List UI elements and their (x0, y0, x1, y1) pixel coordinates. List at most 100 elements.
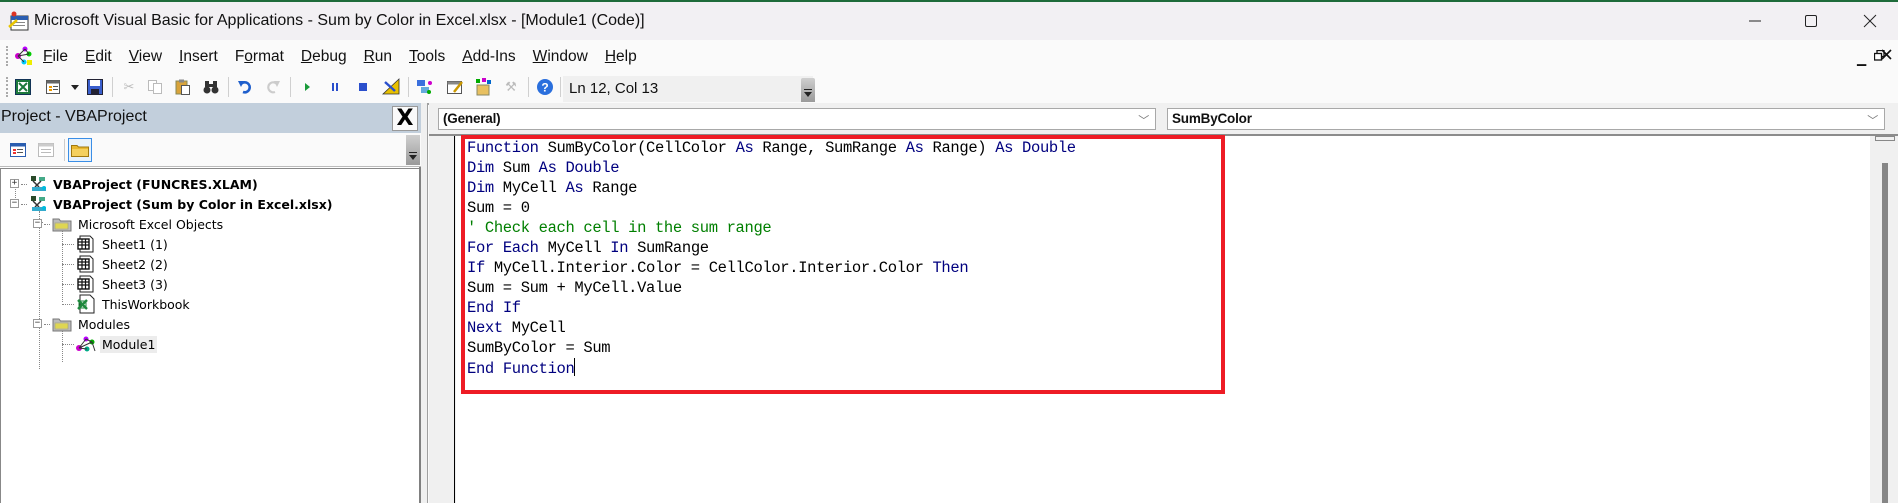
code-comment: ' Check each cell in the sum range (467, 219, 772, 237)
code-line[interactable]: Sum = 0 (467, 198, 1076, 218)
undo-icon (238, 81, 252, 94)
code-line[interactable]: Dim Sum As Double (467, 158, 1076, 178)
code-line[interactable]: ' Check each cell in the sum range (467, 218, 1076, 238)
tree-item[interactable]: Sheet1 (1) (74, 234, 170, 254)
reset-icon (359, 83, 367, 91)
project-explorer-button[interactable] (416, 78, 434, 96)
tree-item[interactable]: VBAProject (Sum by Color in Excel.xlsx) (27, 194, 333, 214)
code-line[interactable]: Function SumByColor(CellColor As Range, … (467, 138, 1076, 158)
menu-run[interactable]: Run (364, 48, 392, 66)
break-button[interactable] (326, 78, 344, 96)
scrollbar-thumb[interactable] (1882, 163, 1888, 503)
menu-view[interactable]: View (129, 48, 162, 66)
collapse-icon[interactable]: − (33, 319, 42, 328)
code-text[interactable]: Function SumByColor(CellColor As Range, … (467, 138, 1076, 379)
code-text-token: MyCell (502, 319, 566, 337)
insert-dropdown-button[interactable] (66, 78, 84, 96)
toolbar-separator (408, 77, 409, 97)
code-line[interactable]: Next MyCell (467, 318, 1076, 338)
copy-button[interactable] (146, 78, 164, 96)
code-text-token: MyCell.Interior.Color = CellColor.Interi… (484, 259, 933, 277)
object-dropdown[interactable]: (General) ﹀ (438, 108, 1156, 130)
paste-button[interactable] (174, 78, 192, 96)
toolbar-options-chevron[interactable] (801, 78, 815, 102)
insert-userform-button[interactable] (44, 78, 62, 96)
tree-item[interactable]: VBAProject (FUNCRES.XLAM) (27, 174, 258, 194)
redo-icon (267, 81, 280, 94)
code-line[interactable]: If MyCell.Interior.Color = CellColor.Int… (467, 258, 1076, 278)
toolbox-button[interactable]: ⚒ (502, 78, 520, 96)
procedure-dropdown-value: SumByColor (1172, 111, 1252, 126)
menu-label: File (43, 48, 68, 65)
menu-edit[interactable]: Edit (85, 48, 112, 66)
mdi-minimize-button[interactable]: ▁ (1857, 52, 1866, 66)
design-mode-button[interactable] (382, 78, 400, 96)
properties-window-button[interactable] (446, 78, 464, 96)
redo-button[interactable] (264, 78, 282, 96)
code-line[interactable]: For Each MyCell In SumRange (467, 238, 1076, 258)
view-excel-button[interactable] (14, 78, 32, 96)
menu-debug[interactable]: Debug (301, 48, 347, 66)
collapse-icon[interactable]: − (33, 219, 42, 228)
code-line[interactable]: SumByColor = Sum (467, 338, 1076, 358)
tree-item[interactable]: Sheet2 (2) (74, 254, 170, 274)
close-icon: X (396, 106, 414, 131)
code-line[interactable]: End Function (467, 358, 1076, 379)
help-button[interactable]: ? (536, 78, 554, 96)
split-handle[interactable] (1875, 136, 1895, 141)
mdi-close-button[interactable] (1881, 49, 1892, 63)
project-panel-close-button[interactable]: X (392, 106, 418, 131)
close-icon (1881, 49, 1892, 60)
cut-icon: ✂ (123, 79, 135, 94)
collapse-icon[interactable]: − (10, 199, 19, 208)
run-button[interactable] (298, 78, 316, 96)
toggle-folders-button[interactable] (68, 138, 92, 162)
procedure-dropdown[interactable]: SumByColor ﹀ (1167, 108, 1885, 130)
menu-items: File Edit View Insert Format Debug Run Tools Add… (43, 48, 654, 66)
maximize-button[interactable] (1784, 2, 1838, 40)
menu-window[interactable]: Window (533, 48, 588, 66)
toolbar-grip[interactable] (6, 77, 8, 97)
run-icon (305, 83, 310, 91)
save-button[interactable] (86, 78, 104, 96)
tree-item[interactable]: Modules (50, 314, 132, 334)
minimize-button[interactable] (1728, 2, 1782, 40)
menu-addins[interactable]: Add-Ins (462, 48, 515, 66)
toolbar-separator (560, 77, 561, 97)
cut-button[interactable]: ✂ (120, 78, 138, 96)
menu-bar: File Edit View Insert Format Debug Run Tools Add… (0, 40, 1898, 72)
close-window-button[interactable] (1843, 2, 1897, 40)
panel-splitter[interactable] (421, 103, 428, 503)
menu-mnemonic: T (409, 48, 417, 65)
menu-file[interactable]: File (43, 48, 68, 66)
expand-icon[interactable]: + (10, 179, 19, 188)
menu-format[interactable]: Format (235, 48, 284, 66)
vba-menu-icon[interactable] (12, 45, 34, 67)
code-keyword: Function (502, 360, 575, 378)
reset-button[interactable] (354, 78, 372, 96)
tree-item[interactable]: Module1 (74, 334, 158, 354)
tree-item[interactable]: Microsoft Excel Objects (50, 214, 225, 234)
menu-insert[interactable]: Insert (179, 48, 218, 66)
object-dropdown-value: (General) (443, 111, 501, 126)
vertical-scrollbar[interactable] (1875, 136, 1895, 503)
code-line[interactable]: Dim MyCell As Range (467, 178, 1076, 198)
view-code-button[interactable] (6, 138, 30, 162)
menubar-grip[interactable] (6, 46, 8, 66)
code-text-token: Range, SumRange (753, 139, 906, 157)
find-button[interactable] (202, 78, 220, 96)
tree-item[interactable]: Sheet3 (3) (74, 274, 170, 294)
view-object-button[interactable] (34, 138, 58, 162)
menu-tools[interactable]: Tools (409, 48, 445, 66)
breakpoint-margin[interactable] (429, 136, 455, 503)
find-icon (203, 81, 219, 94)
undo-button[interactable] (236, 78, 254, 96)
code-line[interactable]: End If (467, 298, 1076, 318)
menu-help[interactable]: Help (605, 48, 637, 66)
object-browser-button[interactable] (474, 78, 492, 96)
tree-item[interactable]: ThisWorkbook (74, 294, 192, 314)
code-line[interactable]: Sum = Sum + MyCell.Value (467, 278, 1076, 298)
project-toolbar-chevron[interactable] (406, 135, 420, 165)
